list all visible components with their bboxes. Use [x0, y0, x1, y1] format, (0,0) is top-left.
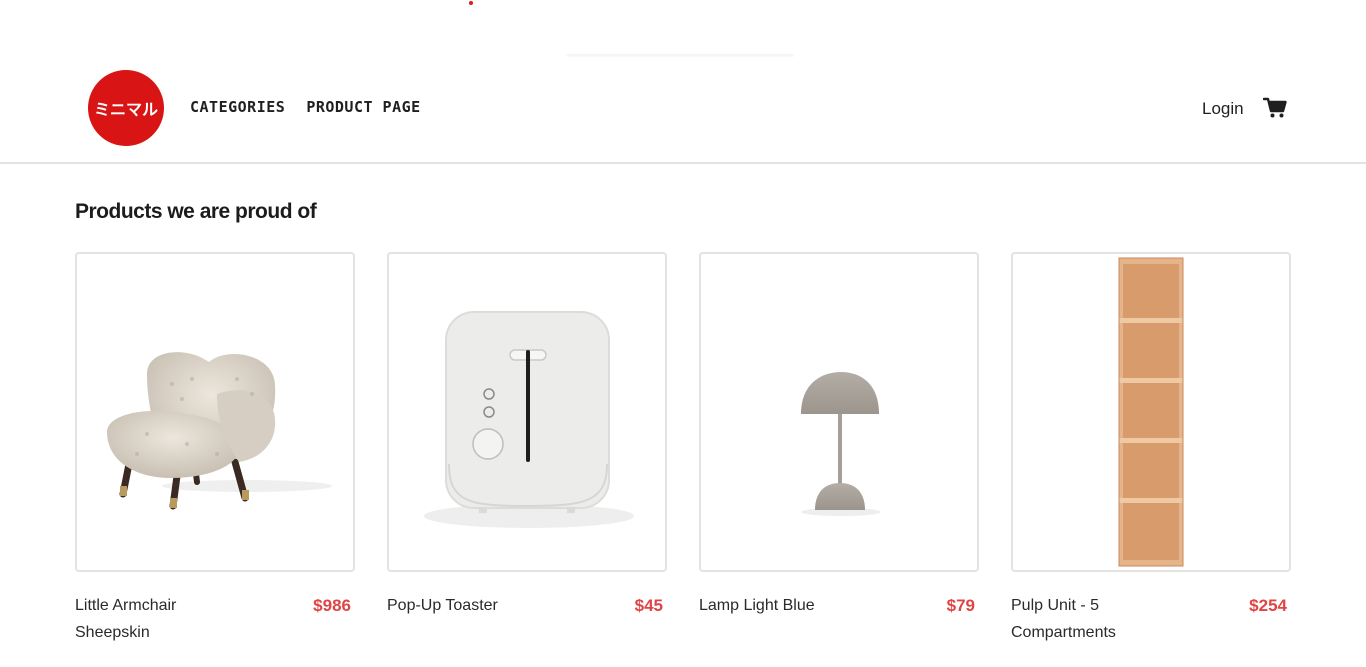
main-nav: CATEGORIES PRODUCT PAGE [190, 98, 421, 116]
product-info: Pop-Up Toaster $45 [387, 592, 667, 619]
logo-text: ミニマル [93, 100, 158, 119]
product-card[interactable]: Lamp Light Blue $79 [699, 252, 979, 646]
product-price: $254 [1249, 596, 1287, 615]
decorative-dot [469, 1, 473, 5]
cart-icon[interactable] [1263, 97, 1287, 119]
product-card[interactable]: Pop-Up Toaster $45 [387, 252, 667, 646]
product-image-armchair[interactable] [75, 252, 355, 572]
product-price: $45 [634, 596, 663, 615]
product-name[interactable]: Pop-Up Toaster [387, 592, 562, 619]
product-card[interactable]: Little Armchair Sheepskin $986 [75, 252, 355, 646]
logo[interactable]: ミニマル [88, 70, 164, 146]
login-link[interactable]: Login [1202, 99, 1244, 119]
product-info: Little Armchair Sheepskin $986 [75, 592, 355, 646]
product-image-shelf[interactable] [1011, 252, 1291, 572]
site-header: ミニマル CATEGORIES PRODUCT PAGE Login [0, 60, 1366, 164]
product-image-toaster[interactable] [387, 252, 667, 572]
product-price: $79 [946, 596, 975, 615]
product-name[interactable]: Little Armchair Sheepskin [75, 592, 250, 646]
product-grid: Little Armchair Sheepskin $986 Pop-Up To… [75, 252, 1291, 646]
product-name[interactable]: Lamp Light Blue [699, 592, 874, 619]
product-info: Lamp Light Blue $79 [699, 592, 979, 619]
product-info: Pulp Unit - 5 Compartments $254 [1011, 592, 1291, 646]
product-name[interactable]: Pulp Unit - 5 Compartments [1011, 592, 1186, 646]
product-image-lamp[interactable] [699, 252, 979, 572]
nav-categories[interactable]: CATEGORIES [190, 98, 285, 116]
product-card[interactable]: Pulp Unit - 5 Compartments $254 [1011, 252, 1291, 646]
section-title: Products we are proud of [75, 200, 317, 223]
nav-product-page[interactable]: PRODUCT PAGE [306, 98, 420, 116]
decorative-shadow [566, 54, 794, 58]
product-price: $986 [313, 596, 351, 615]
page: ミニマル CATEGORIES PRODUCT PAGE Login Produ… [0, 0, 1366, 667]
